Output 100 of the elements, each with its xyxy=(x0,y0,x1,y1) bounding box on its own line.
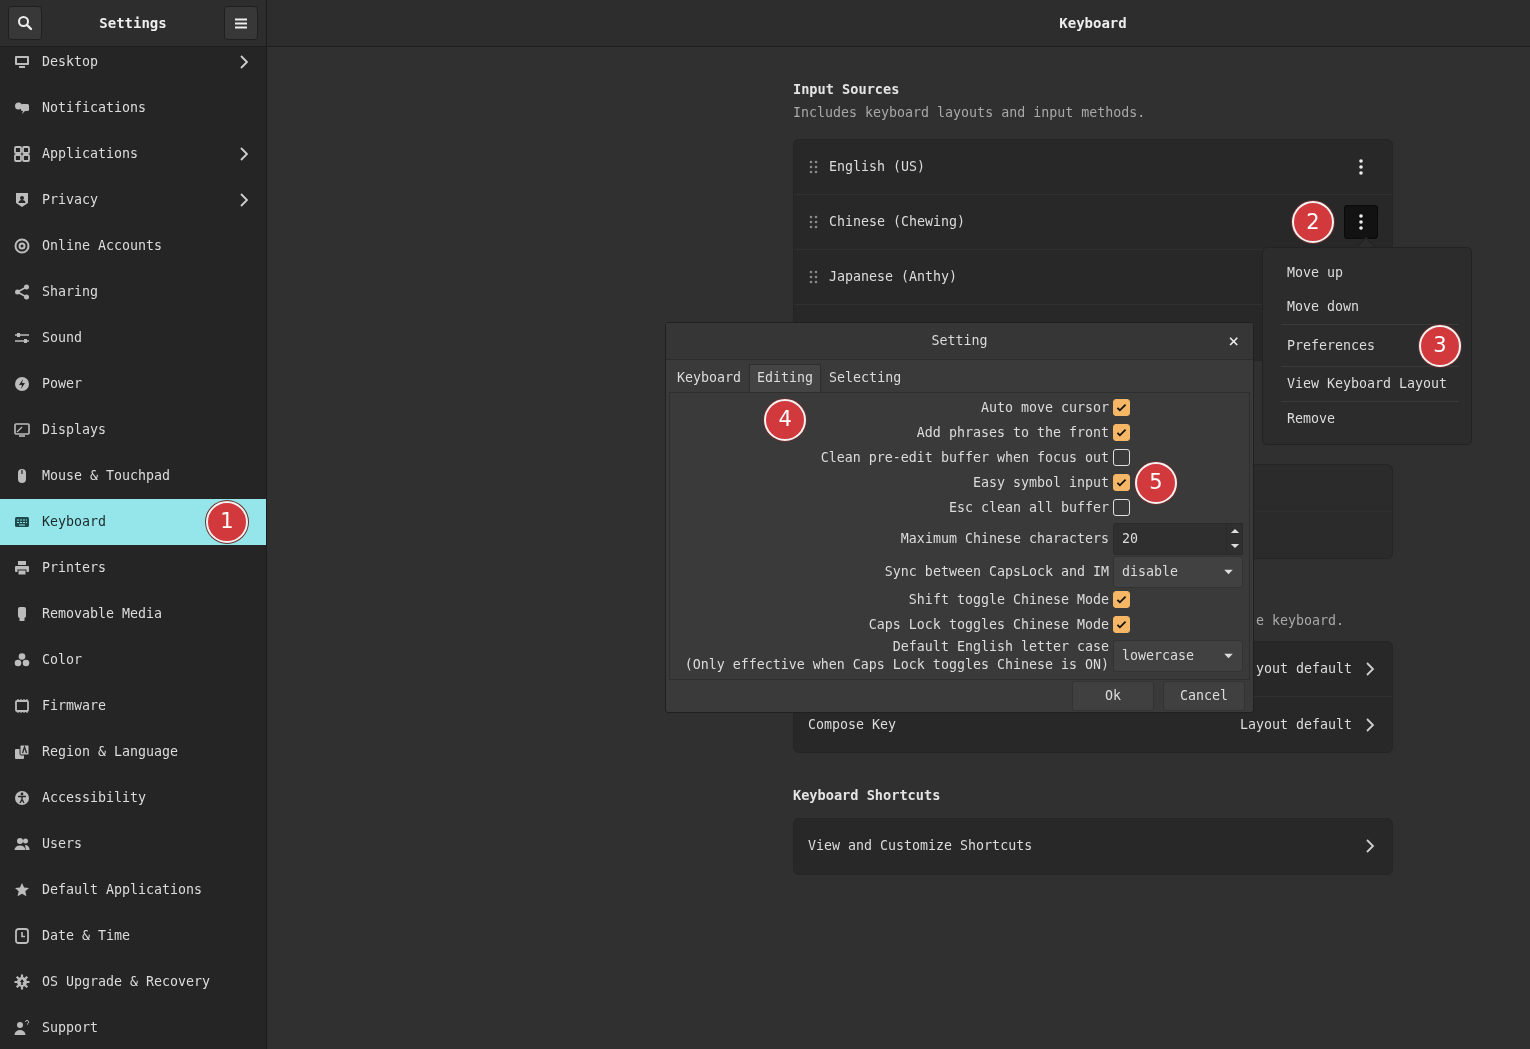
sidebar-item[interactable]: Users xyxy=(0,821,266,867)
section-description: Includes keyboard layouts and input methods. xyxy=(793,104,1147,123)
sidebar-item[interactable]: Desktop xyxy=(0,47,266,85)
check-icon xyxy=(1115,426,1128,439)
annotation-badge: 1 xyxy=(206,501,248,543)
sidebar-item[interactable]: Default Applications xyxy=(0,867,266,913)
setting-label: Auto move cursor xyxy=(979,398,1109,417)
monitor-icon xyxy=(14,54,30,70)
sidebar-item[interactable]: Mouse & Touchpad xyxy=(0,453,266,499)
sidebar-item[interactable]: Sound xyxy=(0,315,266,361)
menu-item[interactable]: Move up xyxy=(1263,256,1471,290)
search-icon xyxy=(17,15,33,31)
gear-icon xyxy=(14,974,30,990)
grid-icon xyxy=(14,146,30,162)
setting-label: Compose Key xyxy=(808,715,898,734)
sidebar-item[interactable]: Date & Time xyxy=(0,913,266,959)
sidebar-item[interactable]: Power xyxy=(0,361,266,407)
circles-icon xyxy=(14,652,30,668)
dropdown[interactable]: disable xyxy=(1113,556,1243,588)
sidebar-item[interactable]: OS Upgrade & Recovery xyxy=(0,959,266,1005)
kebab-icon xyxy=(1359,159,1363,176)
sidebar-item[interactable]: Displays xyxy=(0,407,266,453)
sidebar-item[interactable]: Printers xyxy=(0,545,266,591)
sidebar-item[interactable]: Removable Media xyxy=(0,591,266,637)
menu-item[interactable]: View Keyboard Layout xyxy=(1263,367,1471,401)
checkbox[interactable] xyxy=(1113,499,1130,516)
dialog-button[interactable]: Cancel xyxy=(1163,681,1245,711)
kebab-icon xyxy=(1359,214,1363,231)
checkbox[interactable] xyxy=(1113,591,1130,608)
sidebar-item[interactable]: Privacy xyxy=(0,177,266,223)
bolt-icon xyxy=(14,376,30,392)
more-options-button[interactable] xyxy=(1344,205,1378,240)
sliders-icon xyxy=(14,330,30,346)
checkbox[interactable] xyxy=(1113,449,1130,466)
check-icon xyxy=(1115,618,1128,631)
drag-handle-icon xyxy=(808,270,819,285)
sidebar-item[interactable]: Applications xyxy=(0,131,266,177)
setting-label: Maximum Chinese characters xyxy=(899,529,1109,548)
input-source-name: Chinese (Chewing) xyxy=(829,213,966,232)
drag-handle-icon xyxy=(808,160,819,175)
menu-button[interactable] xyxy=(224,6,258,40)
input-source-name: English (US) xyxy=(829,158,926,177)
sidebar-item[interactable]: Sharing xyxy=(0,269,266,315)
setting-label: Sync between CapsLock and IM xyxy=(883,563,1109,581)
checkbox[interactable] xyxy=(1113,616,1130,633)
tab[interactable]: Keyboard xyxy=(669,364,750,392)
caret-down-icon xyxy=(1229,543,1240,549)
section-heading: Keyboard Shortcuts xyxy=(793,786,942,806)
setting-value: yout default xyxy=(1255,660,1352,679)
setting-label: View and Customize Shortcuts xyxy=(808,837,1034,856)
dropdown[interactable]: lowercase xyxy=(1113,640,1243,672)
menu-item[interactable]: Preferences 3 xyxy=(1263,325,1471,366)
setting-label: Esc clean all buffer xyxy=(947,498,1109,517)
sidebar-item[interactable]: Color xyxy=(0,637,266,683)
drag-handle-icon xyxy=(808,215,819,230)
chat-bubble-icon xyxy=(14,100,30,116)
page-title: Keyboard xyxy=(1059,14,1127,31)
menu-icon xyxy=(235,17,247,29)
clock-icon xyxy=(14,928,30,944)
sidebar-item[interactable]: Accessibility xyxy=(0,775,266,821)
keyboard-icon xyxy=(14,514,30,530)
sidebar-item[interactable]: Support xyxy=(0,1005,266,1049)
setting-label: Add phrases to the front xyxy=(915,423,1109,442)
printer-icon xyxy=(14,560,30,576)
sidebar-item[interactable]: Keyboard 1 xyxy=(0,499,266,545)
app-title: Settings xyxy=(99,13,167,33)
display-icon xyxy=(14,422,30,438)
sidebar-item[interactable]: Firmware xyxy=(0,683,266,729)
check-icon xyxy=(1115,593,1128,606)
star-icon xyxy=(14,882,30,898)
at-icon xyxy=(14,238,30,254)
language-icon xyxy=(14,744,30,760)
section-description: e keyboard. xyxy=(1256,612,1345,631)
users-icon xyxy=(14,836,30,852)
section-heading: Input Sources xyxy=(793,80,901,99)
number-field[interactable]: 20 xyxy=(1113,522,1227,555)
caret-down-icon xyxy=(1223,653,1234,659)
check-icon xyxy=(1115,401,1128,414)
sidebar-item[interactable]: Notifications xyxy=(0,85,266,131)
close-button[interactable]: × xyxy=(1224,329,1243,353)
sidebar-item[interactable]: Online Accounts xyxy=(0,223,266,269)
tab[interactable]: Selecting xyxy=(821,364,910,392)
setting-label: Default English letter case xyxy=(891,638,1109,656)
input-source-name: Japanese (Anthy) xyxy=(829,268,958,287)
checkbox[interactable] xyxy=(1113,474,1130,491)
shield-icon xyxy=(14,192,30,208)
annotation-badge: 5 xyxy=(1135,461,1177,504)
dialog-button[interactable]: Ok xyxy=(1072,681,1154,711)
checkbox[interactable] xyxy=(1113,399,1130,416)
setting-note: (Only effective when Caps Lock toggles Chinese is ON) xyxy=(683,656,1109,674)
menu-item[interactable]: Remove xyxy=(1263,402,1471,436)
setting-label: Easy symbol input xyxy=(971,473,1109,492)
checkbox[interactable] xyxy=(1113,424,1130,441)
menu-item[interactable]: Move down xyxy=(1263,290,1471,324)
sidebar-item[interactable]: Region & Language xyxy=(0,729,266,775)
chip-icon xyxy=(14,698,30,714)
caret-up-icon xyxy=(1229,528,1240,534)
search-button[interactable] xyxy=(8,6,42,40)
user-icon xyxy=(14,1020,30,1036)
setting-label: Caps Lock toggles Chinese Mode xyxy=(867,615,1109,634)
